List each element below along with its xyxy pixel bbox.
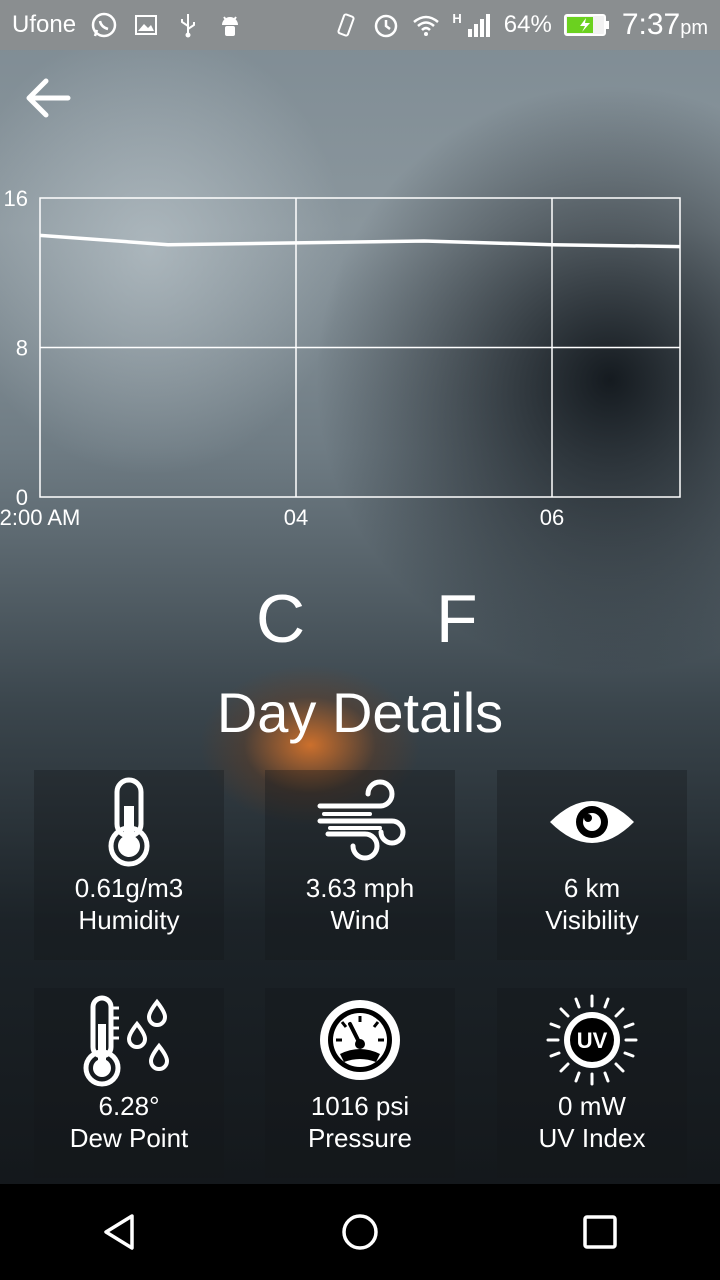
thermometer-icon: [108, 777, 150, 867]
circle-home-icon: [342, 1214, 378, 1250]
uv-index-value: 0 mW: [558, 1091, 626, 1121]
uv-index-label: UV Index: [538, 1123, 646, 1153]
x-tick-label: 06: [540, 505, 564, 530]
wind-value: 3.63 mph: [305, 873, 415, 903]
nav-recents-button[interactable]: [570, 1202, 630, 1262]
clock-ampm: pm: [680, 17, 708, 39]
nav-back-button[interactable]: [90, 1202, 150, 1262]
whatsapp-icon: [91, 12, 117, 38]
celsius-button[interactable]: C: [256, 580, 305, 658]
back-arrow-icon[interactable]: [22, 74, 74, 122]
fahrenheit-button[interactable]: F: [436, 580, 478, 658]
network-type: H: [452, 11, 462, 26]
temperature-series-line: [39, 233, 681, 249]
battery-icon: [563, 14, 609, 36]
status-bar: Ufone H 64% 7:37pm: [0, 0, 720, 50]
signal-indicator: H: [452, 11, 491, 39]
eye-icon: [550, 801, 634, 843]
visibility-label: Visibility: [545, 905, 639, 935]
dew-point-label: Dew Point: [69, 1123, 189, 1153]
unit-toggle: C F: [0, 580, 720, 670]
signal-icon: [467, 14, 490, 37]
x-tick-label: 04: [284, 505, 308, 530]
chart-svg: 16802:00 AM 04 06: [0, 186, 681, 530]
uv-icon-text: UV: [577, 1028, 608, 1053]
alarm-icon: [375, 14, 398, 38]
square-recents-icon: [583, 1215, 617, 1249]
pressure-gauge-icon: [320, 1000, 400, 1080]
wifi-icon: [413, 15, 440, 36]
gallery-icon: [135, 15, 158, 35]
humidity-value: 0.61g/m3: [74, 873, 184, 903]
android-icon: [222, 16, 239, 36]
dew-point-tile: 6.28° Dew Point: [34, 988, 224, 1178]
dew-point-icon: [83, 995, 170, 1087]
y-tick-label: 8: [16, 336, 28, 361]
wind-icon: [317, 779, 406, 861]
clock-time: 7:37: [621, 8, 681, 41]
uv-sun-icon: UV: [546, 994, 638, 1086]
nav-home-button[interactable]: [330, 1202, 390, 1262]
humidity-tile: 0.61g/m3 Humidity: [34, 770, 224, 960]
x-tick-label: 2:00 AM: [0, 505, 80, 530]
pressure-label: Pressure: [307, 1123, 413, 1153]
pressure-tile: 1016 psi Pressure: [265, 988, 455, 1178]
navigation-bar: [0, 1184, 720, 1280]
pressure-value: 1016 psi: [310, 1091, 410, 1121]
uv-index-tile: UV 0 mW UV Index: [497, 988, 687, 1178]
triangle-back-icon: [104, 1214, 134, 1250]
carrier-name: Ufone: [12, 11, 77, 38]
battery-percent: 64%: [503, 11, 552, 38]
visibility-value: 6 km: [563, 873, 621, 903]
usb-icon: [181, 14, 196, 38]
vibrate-icon: [337, 13, 355, 37]
y-tick-label: 16: [4, 186, 28, 211]
temperature-chart: 16 8 0 2:00 AM 04 06: [0, 180, 720, 540]
dew-point-value: 6.28°: [98, 1091, 160, 1121]
wind-label: Wind: [330, 905, 390, 935]
page-title: Day Details: [216, 681, 504, 744]
humidity-label: Humidity: [78, 905, 180, 935]
visibility-tile: 6 km Visibility: [497, 770, 687, 960]
clock: 7:37pm: [622, 8, 708, 42]
wind-tile: 3.63 mph Wind: [265, 770, 455, 960]
